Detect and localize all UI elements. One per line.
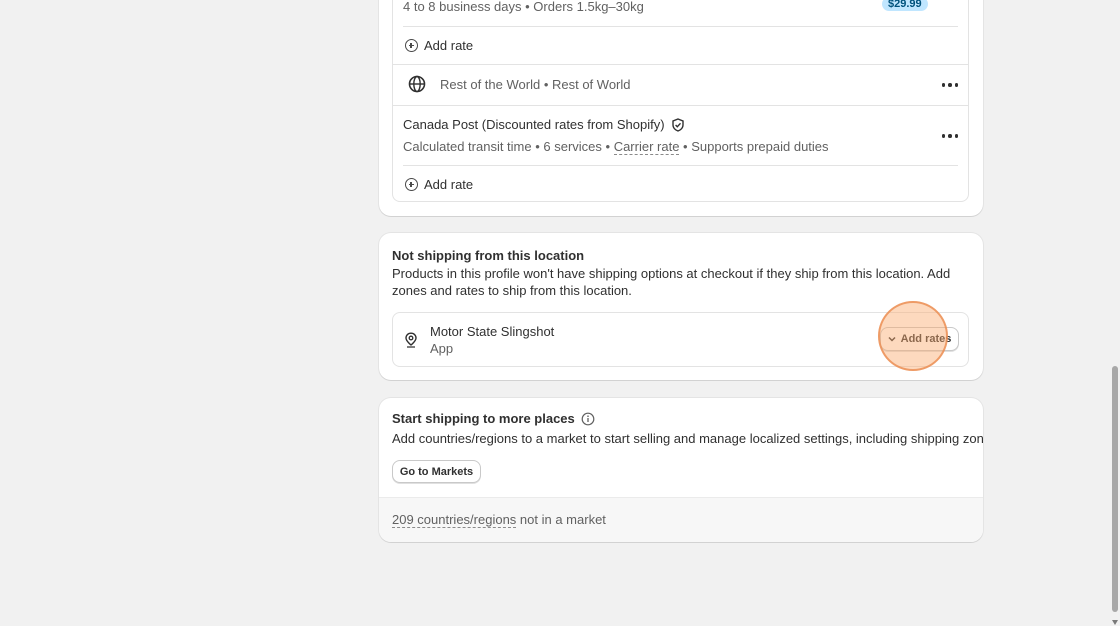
add-rate-button[interactable]: Add rate (405, 38, 473, 53)
carrier-detail-prefix: Calculated transit time • 6 services • (403, 139, 614, 154)
zone-title: Rest of the World • Rest of World (440, 77, 631, 92)
carrier-detail-suffix: • Supports prepaid duties (679, 139, 829, 154)
add-rates-button[interactable]: Add rates (880, 327, 959, 351)
card-description: Add countries/regions to a market to sta… (392, 431, 983, 446)
verified-shield-icon (671, 117, 685, 132)
divider (403, 26, 958, 27)
carrier-name: Canada Post (Discounted rates from Shopi… (403, 117, 665, 132)
carrier-more-actions-button[interactable] (940, 129, 960, 143)
go-to-markets-label: Go to Markets (399, 465, 474, 478)
chevron-down-icon (888, 333, 896, 345)
add-rate-label: Add rate (424, 38, 474, 53)
divider (393, 64, 968, 65)
not-shipping-card: Not shipping from this location Products… (379, 233, 983, 380)
zone-region: Rest of World (551, 77, 631, 92)
location-box: Motor State Slingshot App Add rates (392, 312, 969, 367)
carrier-details: Calculated transit time • 6 services • C… (403, 139, 829, 155)
markets-card: Start shipping to more places Add countr… (379, 398, 983, 542)
add-rates-label: Add rates (900, 333, 952, 345)
carrier-name-row: Canada Post (Discounted rates from Shopi… (403, 117, 685, 132)
carrier-rate-link[interactable]: Carrier rate (613, 139, 680, 155)
card-title-row: Start shipping to more places (392, 411, 595, 426)
footer-suffix: not in a market (516, 512, 606, 527)
zones-list-box: 4 to 8 business days • Orders 1.5kg–30kg… (392, 0, 969, 202)
card-title: Start shipping to more places (392, 411, 575, 426)
circle-plus-icon (405, 178, 418, 191)
countries-regions-link[interactable]: 209 countries/regions (392, 512, 517, 528)
zone-separator: • (540, 77, 552, 92)
zone-more-actions-button[interactable] (940, 78, 960, 92)
zone-name: Rest of the World (440, 77, 541, 92)
rate-price-badge: $29.99 (882, 0, 928, 11)
location-pin-icon (404, 332, 418, 351)
scrollbar[interactable] (1110, 0, 1120, 626)
add-rate-button[interactable]: Add rate (405, 177, 473, 192)
card-description: Products in this profile won't have ship… (392, 266, 951, 298)
card-title: Not shipping from this location (392, 248, 585, 263)
divider (393, 105, 968, 106)
scrollbar-thumb[interactable] (1112, 366, 1118, 612)
add-rate-label: Add rate (424, 177, 474, 192)
info-icon[interactable] (581, 412, 595, 426)
circle-plus-icon (405, 39, 418, 52)
shipping-zones-card: 4 to 8 business days • Orders 1.5kg–30kg… (379, 0, 983, 216)
divider (403, 165, 958, 166)
go-to-markets-button[interactable]: Go to Markets (392, 460, 481, 483)
rate-details: 4 to 8 business days • Orders 1.5kg–30kg (403, 0, 644, 14)
globe-icon (408, 75, 426, 96)
scroll-down-arrow-icon[interactable] (1112, 620, 1118, 625)
footer-text: 209 countries/regions not in a market (392, 512, 606, 528)
location-name: Motor State Slingshot (430, 324, 555, 339)
location-type: App (430, 341, 454, 356)
